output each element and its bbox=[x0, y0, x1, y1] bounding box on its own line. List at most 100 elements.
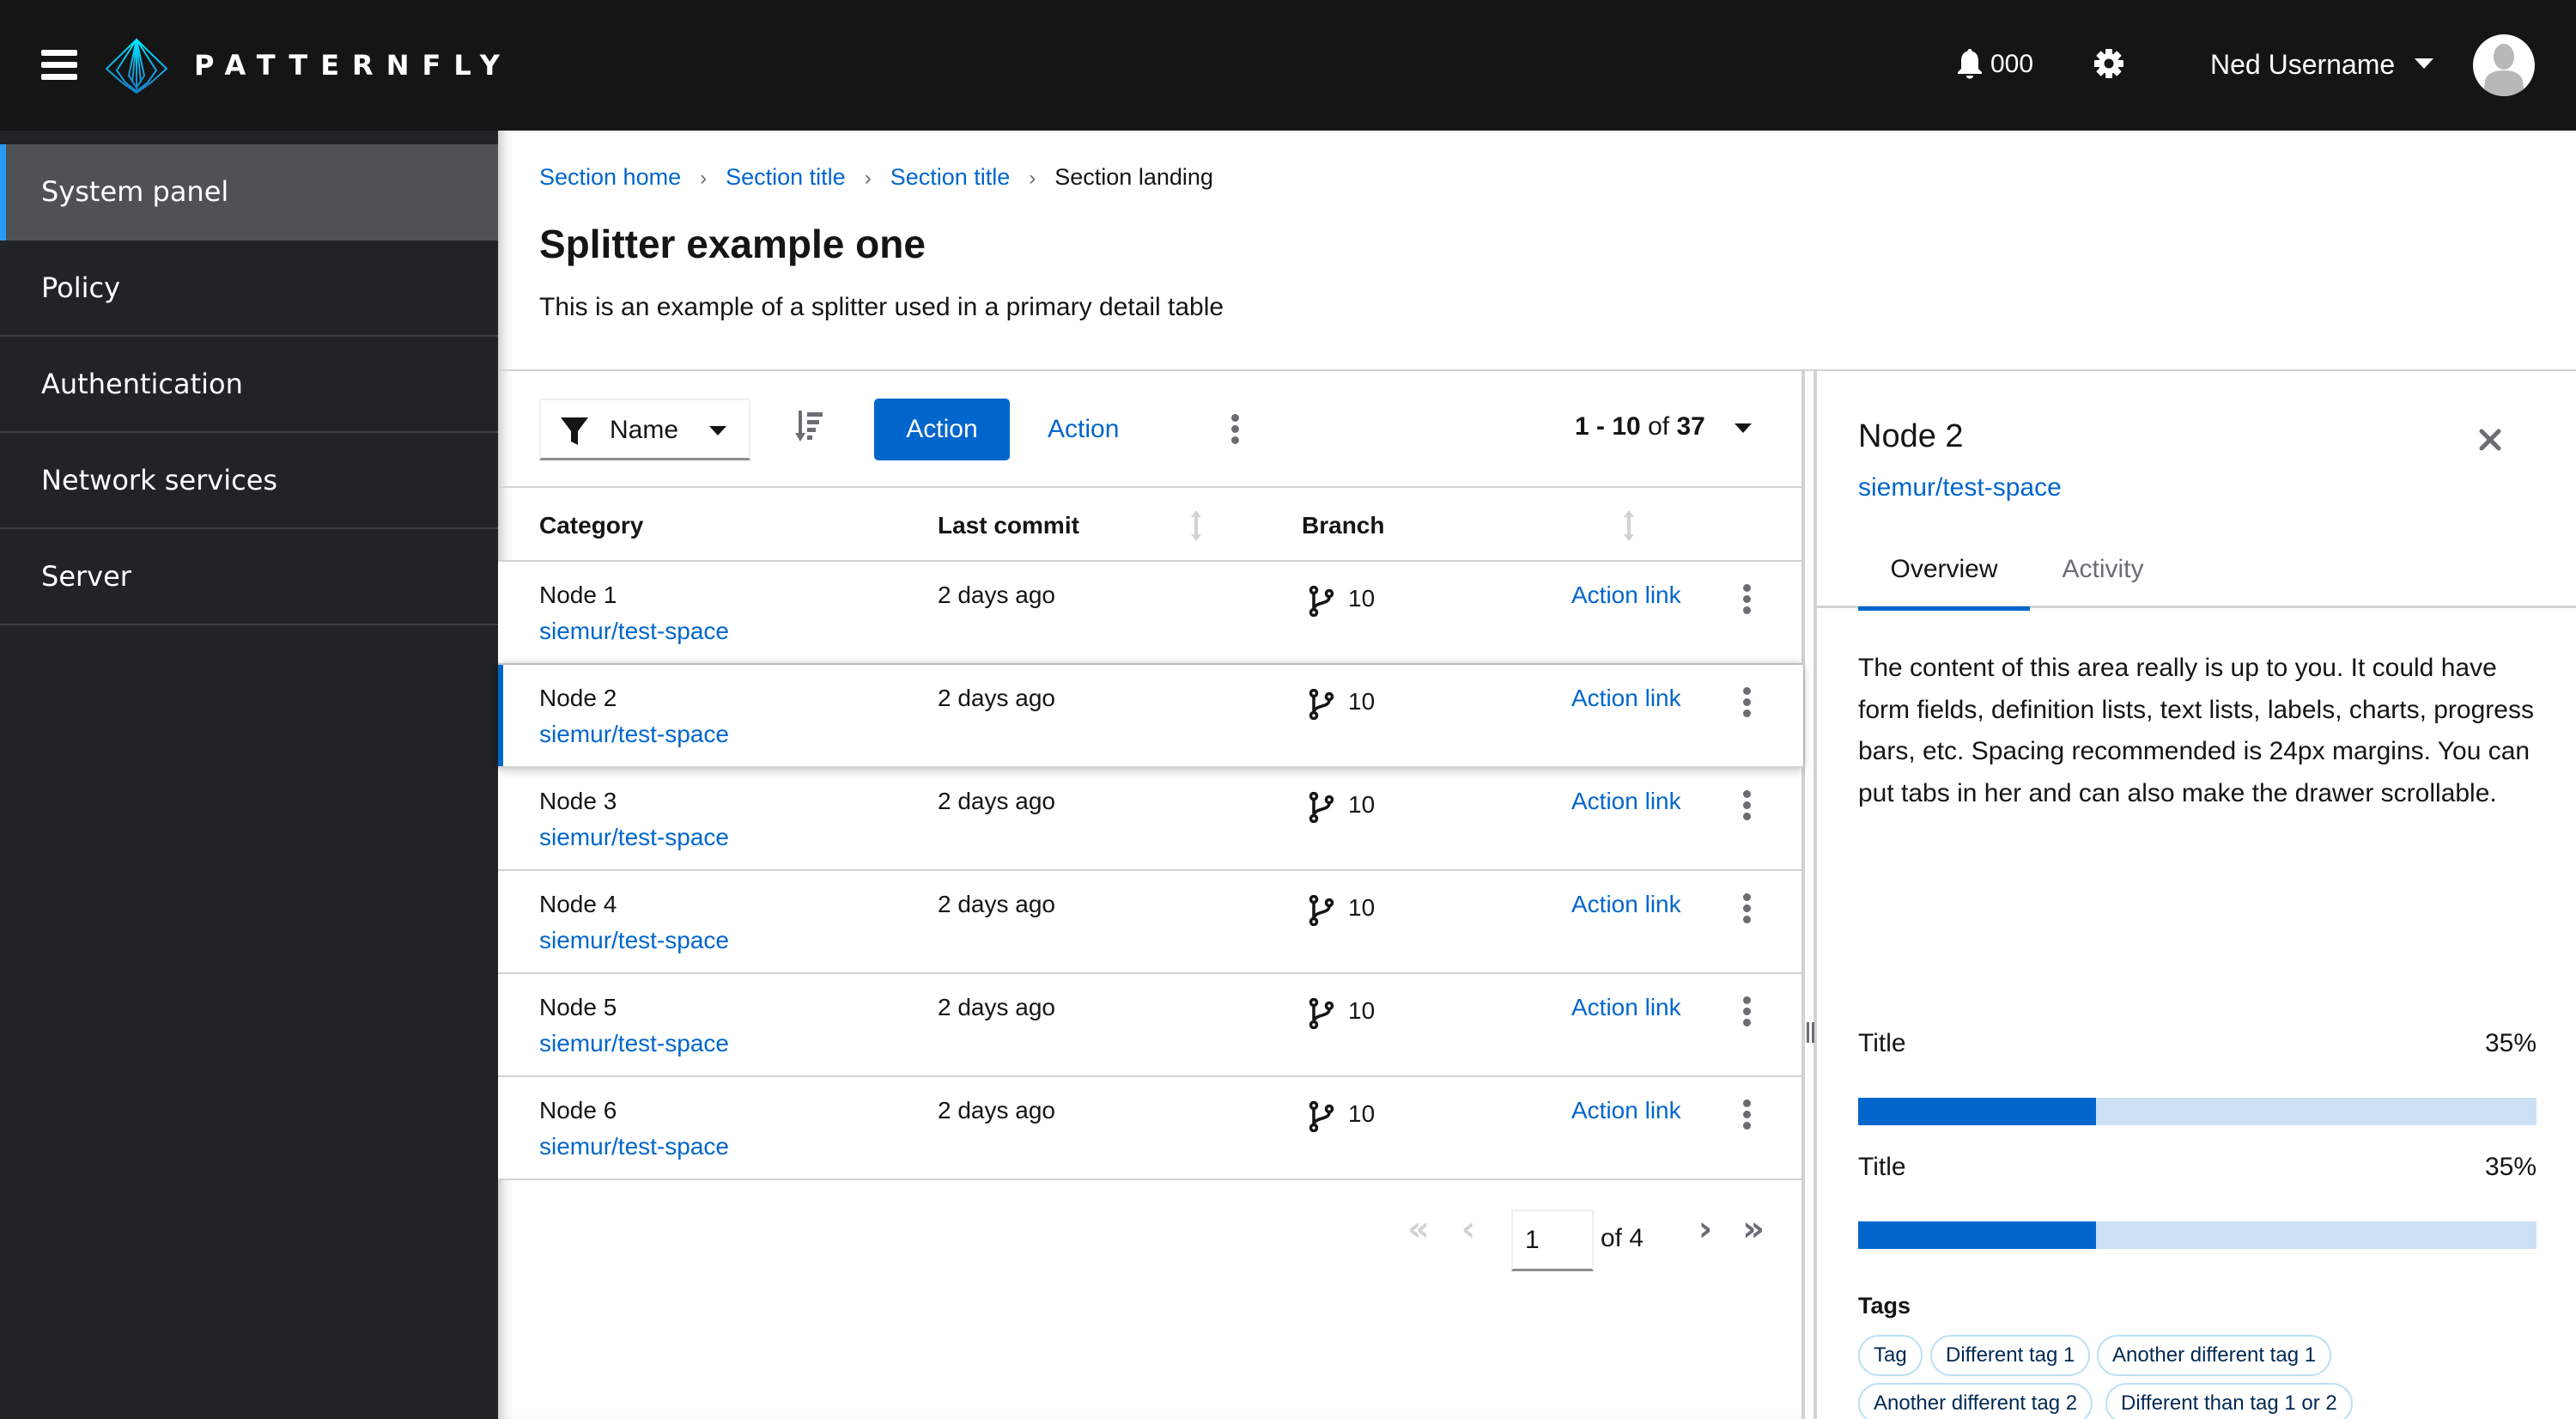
progress-fill bbox=[1858, 1221, 2096, 1249]
detail-drawer: Node 2 siemur/test-space Overview Activi… bbox=[1817, 371, 2576, 1419]
gear-icon[interactable] bbox=[2093, 48, 2124, 79]
table-header: Category Last commit Branch bbox=[498, 488, 1803, 562]
row-kebab-icon[interactable] bbox=[1741, 790, 1752, 821]
repo-link[interactable]: siemur/test-space bbox=[539, 615, 729, 648]
drawer-repo-link[interactable]: siemur/test-space bbox=[1858, 469, 2062, 507]
repo-link[interactable]: siemur/test-space bbox=[539, 718, 729, 751]
last-page-icon[interactable]: » bbox=[1736, 1212, 1771, 1249]
tag-label[interactable]: Another different tag 2 bbox=[1858, 1383, 2093, 1419]
angle-right-icon: › bbox=[1029, 167, 1036, 190]
first-page-icon[interactable]: « bbox=[1401, 1212, 1436, 1249]
masthead: PATTERNFLY 000 Ned Username bbox=[0, 0, 2576, 131]
sidebar-item-system-panel[interactable]: System panel bbox=[0, 144, 498, 241]
splitter-handle[interactable] bbox=[1801, 371, 1817, 1419]
angle-right-icon: › bbox=[700, 167, 708, 190]
last-commit: 2 days ago bbox=[938, 891, 1055, 917]
action-link[interactable]: Action link bbox=[1571, 991, 1681, 1024]
sidebar-item-policy[interactable]: Policy bbox=[0, 241, 498, 337]
repo-link[interactable]: siemur/test-space bbox=[539, 1027, 729, 1060]
pagination-total: 37 bbox=[1676, 412, 1705, 441]
caret-down-icon bbox=[1735, 423, 1753, 433]
tag-label[interactable]: Tag bbox=[1858, 1335, 1923, 1376]
table-row-selected[interactable]: Node 2 siemur/test-space 2 days ago 10 A… bbox=[498, 665, 1803, 768]
node-name: Node 6 bbox=[539, 1097, 617, 1124]
sort-amount-down-icon[interactable] bbox=[795, 409, 826, 443]
row-kebab-icon[interactable] bbox=[1741, 893, 1752, 924]
sort-icon[interactable] bbox=[1623, 510, 1635, 541]
action-link[interactable]: Action link bbox=[1571, 579, 1681, 612]
page-count: of 4 bbox=[1601, 1224, 1644, 1252]
breadcrumb-link[interactable]: Section home bbox=[539, 164, 681, 190]
last-commit: 2 days ago bbox=[938, 994, 1055, 1020]
repo-link[interactable]: siemur/test-space bbox=[539, 1130, 729, 1163]
breadcrumb-link[interactable]: Section title bbox=[890, 164, 1011, 190]
node-name: Node 3 bbox=[539, 788, 617, 814]
last-commit: 2 days ago bbox=[938, 788, 1055, 814]
sort-icon[interactable] bbox=[1190, 510, 1202, 541]
row-kebab-icon[interactable] bbox=[1741, 1099, 1752, 1130]
branch-count: 10 bbox=[1348, 688, 1376, 715]
hamburger-menu-icon[interactable] bbox=[41, 48, 77, 81]
patternfly-logo-icon bbox=[105, 38, 168, 94]
action-link[interactable]: Action link bbox=[1571, 785, 1681, 818]
sidebar-item-authentication[interactable]: Authentication bbox=[0, 337, 498, 433]
tag-label[interactable]: Different tag 1 bbox=[1930, 1335, 2091, 1376]
sidebar-item-server[interactable]: Server bbox=[0, 529, 498, 625]
repo-link[interactable]: siemur/test-space bbox=[539, 924, 729, 957]
sidebar-item-network-services[interactable]: Network services bbox=[0, 433, 498, 529]
bell-icon[interactable] bbox=[1956, 48, 1984, 79]
action-link[interactable]: Action link bbox=[1571, 682, 1681, 715]
link-action-button[interactable]: Action bbox=[1048, 399, 1119, 460]
table-row[interactable]: Node 1 siemur/test-space 2 days ago 10 A… bbox=[498, 562, 1803, 665]
node-name: Node 4 bbox=[539, 891, 617, 917]
page-description: This is an example of a splitter used in… bbox=[539, 293, 1224, 321]
column-header-last-commit[interactable]: Last commit bbox=[938, 509, 1079, 543]
brand-name[interactable]: PATTERNFLY bbox=[194, 48, 513, 82]
user-avatar-icon[interactable] bbox=[2473, 34, 2535, 96]
notification-count[interactable]: 000 bbox=[1990, 48, 2033, 81]
progress-value: 35% bbox=[2484, 1153, 2537, 1181]
table-row[interactable]: Node 3 siemur/test-space 2 days ago 10 A… bbox=[498, 768, 1803, 871]
previous-page-icon[interactable]: ‹ bbox=[1451, 1212, 1485, 1249]
angle-right-icon: › bbox=[864, 167, 872, 190]
breadcrumb-link[interactable]: Section title bbox=[726, 164, 846, 190]
action-link[interactable]: Action link bbox=[1571, 1094, 1681, 1127]
code-branch-icon bbox=[1309, 792, 1334, 823]
filter-label: Name bbox=[610, 416, 679, 444]
filter-select[interactable]: Name bbox=[539, 399, 750, 460]
tab-overview[interactable]: Overview bbox=[1858, 539, 2030, 611]
user-menu-toggle[interactable]: Ned Username bbox=[2210, 46, 2395, 82]
sidebar-item-label: Policy bbox=[41, 271, 121, 304]
node-name: Node 1 bbox=[539, 582, 617, 608]
pagination-toggle[interactable]: 1 - 10 of 37 bbox=[1575, 409, 1753, 445]
caret-down-icon bbox=[709, 426, 726, 435]
progress-track bbox=[1858, 1221, 2537, 1249]
table-row[interactable]: Node 5 siemur/test-space 2 days ago 10 A… bbox=[498, 974, 1803, 1077]
filter-icon bbox=[561, 417, 588, 445]
row-kebab-icon[interactable] bbox=[1741, 996, 1752, 1027]
breadcrumb: Section home › Section title › Section title… bbox=[539, 160, 1213, 194]
action-link[interactable]: Action link bbox=[1571, 888, 1681, 921]
table-row[interactable]: Node 4 siemur/test-space 2 days ago 10 A… bbox=[498, 871, 1803, 974]
sidebar-item-label: Network services bbox=[41, 464, 278, 496]
toolbar-kebab-icon[interactable] bbox=[1230, 414, 1240, 445]
tag-label[interactable]: Another different tag 1 bbox=[2097, 1335, 2332, 1376]
repo-link[interactable]: siemur/test-space bbox=[539, 821, 729, 854]
row-kebab-icon[interactable] bbox=[1741, 687, 1752, 718]
tag-label[interactable]: Different than tag 1 or 2 bbox=[2105, 1383, 2353, 1419]
primary-action-button[interactable]: Action bbox=[874, 399, 1010, 460]
progress-fill bbox=[1858, 1098, 2096, 1125]
caret-down-icon[interactable] bbox=[2415, 58, 2433, 69]
page-title: Splitter example one bbox=[539, 222, 926, 266]
table-row[interactable]: Node 6 siemur/test-space 2 days ago 10 A… bbox=[498, 1077, 1803, 1180]
row-kebab-icon[interactable] bbox=[1741, 584, 1752, 615]
tab-activity[interactable]: Activity bbox=[2030, 539, 2176, 608]
pagination-range: 1 - 10 bbox=[1575, 412, 1641, 441]
close-icon[interactable] bbox=[2478, 428, 2502, 452]
column-header-category[interactable]: Category bbox=[539, 509, 643, 543]
next-page-icon[interactable]: › bbox=[1688, 1212, 1722, 1249]
code-branch-icon bbox=[1309, 1101, 1334, 1132]
main-content: Section home › Section title › Section title… bbox=[498, 131, 2576, 1419]
code-branch-icon bbox=[1309, 586, 1334, 617]
page-number-input[interactable] bbox=[1511, 1209, 1594, 1271]
